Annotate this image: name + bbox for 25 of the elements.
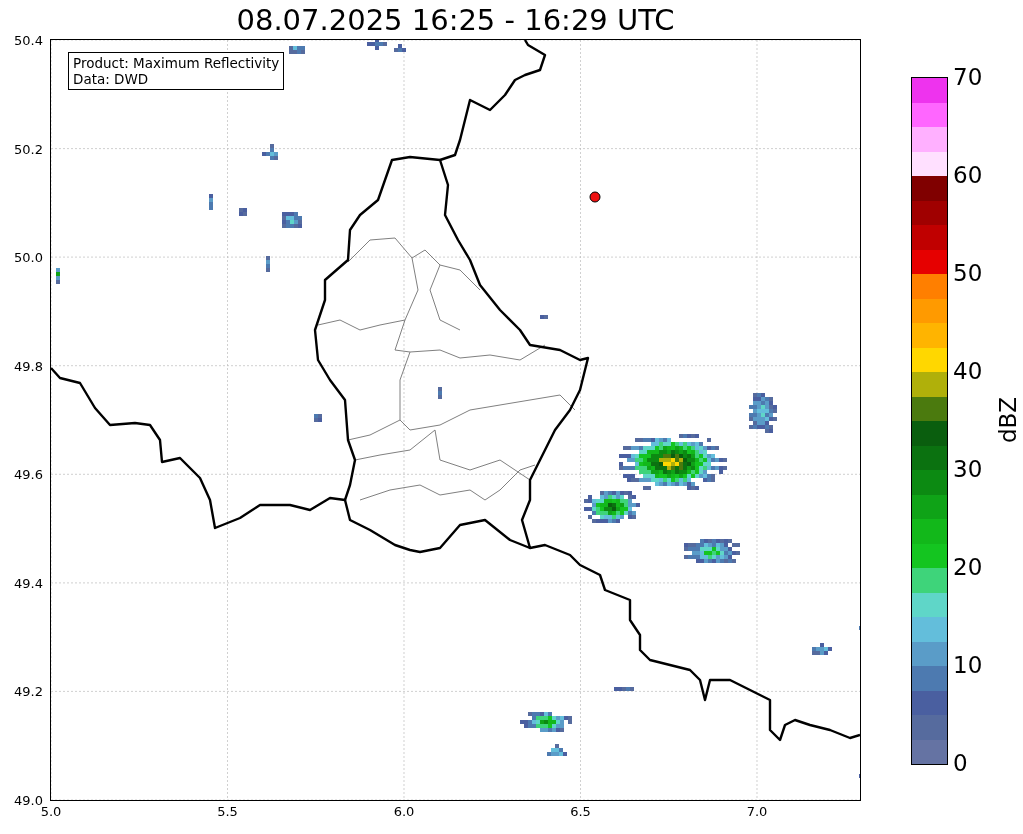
axis-tick-label: 50.0 bbox=[14, 249, 43, 265]
axis-tick-label: 6.5 bbox=[570, 804, 591, 819]
axis-tick-label: 49.6 bbox=[14, 466, 43, 482]
chart-title: 08.07.2025 16:25 - 16:29 UTC bbox=[235, 2, 676, 38]
axis-tick-label: 49.2 bbox=[14, 683, 43, 699]
axis-tick-label: 6.0 bbox=[393, 804, 415, 819]
axis-tick-label: 50.4 bbox=[14, 32, 43, 48]
axis-tick-label: 50.2 bbox=[14, 141, 43, 157]
colorbar-tick-label: 70 bbox=[953, 64, 983, 90]
colorbar-tick-label: 30 bbox=[953, 456, 983, 482]
colorbar-tick-label: 0 bbox=[953, 750, 968, 776]
info-text: Data: DWD bbox=[73, 71, 150, 87]
axis-tick-label: 7.0 bbox=[746, 804, 768, 819]
axis-tick-label: 5.0 bbox=[40, 804, 62, 819]
colorbar-tick-label: 20 bbox=[953, 554, 983, 580]
colorbar-tick-label: 60 bbox=[953, 162, 983, 188]
colorbar-tick-label: 50 bbox=[953, 260, 983, 286]
colorbar-tick-label: 10 bbox=[953, 652, 983, 678]
axis-tick-label: 49.8 bbox=[14, 358, 43, 374]
colorbar-tick-label: 40 bbox=[953, 358, 983, 384]
info-text: Product: Maximum Reflectivity bbox=[73, 55, 280, 71]
axis-tick-label: 5.5 bbox=[217, 804, 238, 819]
colorbar-label: dBZ bbox=[995, 396, 1022, 444]
axis-tick-label: 49.4 bbox=[14, 575, 43, 591]
axis-tick-label: 49.0 bbox=[14, 792, 43, 808]
